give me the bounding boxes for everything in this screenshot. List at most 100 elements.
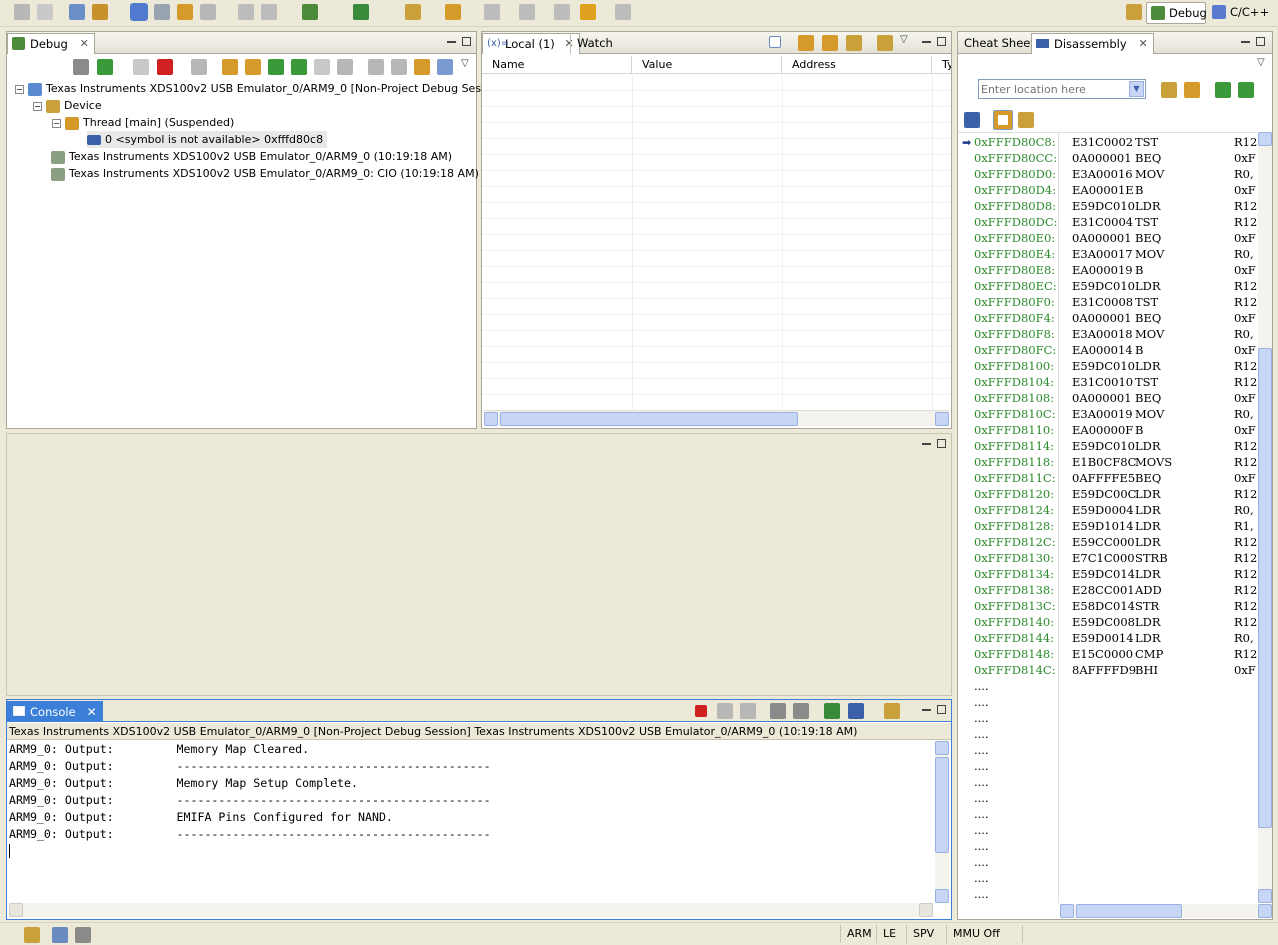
disassembly-row[interactable]: 0xFFFD80E0: 0A000001 BEQ 0xF xyxy=(958,230,1258,246)
disassembly-row[interactable]: 0xFFFD80EC: E59DC010 LDR R12 xyxy=(958,278,1258,294)
view-menu-icon[interactable]: ▽ xyxy=(461,58,469,69)
refresh-icon[interactable] xyxy=(798,35,814,51)
scroll-left-icon[interactable] xyxy=(484,412,498,426)
lock-icon[interactable] xyxy=(846,35,862,51)
disassembly-row[interactable]: 0xFFFD8128: E59D1014 LDR R1, xyxy=(958,518,1258,534)
disassembly-row[interactable]: 0xFFFD80D4: EA00001E B 0xF xyxy=(958,182,1258,198)
disassembly-row[interactable]: 0xFFFD8148: E15C0000 CMP R12 xyxy=(958,646,1258,662)
remove-terminated-icon[interactable] xyxy=(73,59,89,75)
refresh-icon[interactable] xyxy=(1184,82,1200,98)
minimize-icon[interactable] xyxy=(922,443,931,445)
skip-breakpoints-icon[interactable] xyxy=(261,4,277,20)
disassembly-row[interactable]: 0xFFFD80CC: 0A000001 BEQ 0xF xyxy=(958,150,1258,166)
step-over-icon[interactable] xyxy=(1238,82,1254,98)
debug-config-icon[interactable] xyxy=(92,4,108,20)
collapse-all-icon[interactable] xyxy=(769,36,781,48)
fast-view-icon[interactable] xyxy=(24,927,40,943)
tab-debug[interactable]: Debug ✕ xyxy=(7,33,95,54)
display-console-icon[interactable] xyxy=(848,703,864,719)
scroll-thumb[interactable] xyxy=(1258,348,1272,828)
disassembly-row[interactable]: 0xFFFD80D8: E59DC010 LDR R12 xyxy=(958,198,1258,214)
disassembly-row[interactable]: 0xFFFD8120: E59DC00C LDR R12 xyxy=(958,486,1258,502)
run-icon[interactable] xyxy=(353,4,369,20)
disassembly-row[interactable]: 0xFFFD80F8: E3A00018 MOV R0, xyxy=(958,326,1258,342)
back-icon[interactable] xyxy=(554,4,570,20)
new-view-icon[interactable] xyxy=(1018,112,1034,128)
scroll-right-icon[interactable] xyxy=(1258,904,1272,918)
suspend-icon[interactable] xyxy=(133,59,149,75)
refresh-all-icon[interactable] xyxy=(822,35,838,51)
open-console-icon[interactable] xyxy=(884,703,900,719)
disassembly-row[interactable]: 0xFFFD8100: E59DC010 LDR R12 xyxy=(958,358,1258,374)
disassembly-row[interactable]: 0xFFFD8110: EA00000F B 0xF xyxy=(958,422,1258,438)
step-return-icon[interactable] xyxy=(268,59,284,75)
pin-console-icon[interactable] xyxy=(824,703,840,719)
scroll-down-icon[interactable] xyxy=(935,889,949,903)
column-value[interactable]: Value xyxy=(632,56,782,74)
remove-launch-icon[interactable] xyxy=(717,703,733,719)
disassembly-row[interactable]: 0xFFFD814C: 8AFFFFD9 BHI 0xF xyxy=(958,662,1258,678)
maximize-icon[interactable] xyxy=(937,439,946,448)
scroll-thumb[interactable] xyxy=(935,757,949,853)
disassembly-row[interactable]: 0xFFFD8118: E1B0CF8C MOVS R12 xyxy=(958,454,1258,470)
view-menu-icon[interactable]: ▽ xyxy=(1257,57,1265,68)
console-output[interactable]: ARM9_0: Output: Memory Map Cleared. ARM9… xyxy=(7,741,935,903)
disassembly-row[interactable]: 0xFFFD80E4: E3A00017 MOV R0, xyxy=(958,246,1258,262)
step-filter-icon[interactable] xyxy=(314,59,330,75)
tab-watch[interactable]: Watch xyxy=(570,33,619,54)
collapse-toggle-icon[interactable]: − xyxy=(15,84,24,94)
collapse-toggle-icon[interactable]: − xyxy=(52,118,61,128)
remove-all-icon[interactable] xyxy=(740,703,756,719)
console-horizontal-scrollbar[interactable] xyxy=(9,903,933,917)
tree-item-cio[interactable]: Texas Instruments XDS100v2 USB Emulator_… xyxy=(51,165,479,182)
search-icon[interactable] xyxy=(405,4,421,20)
disassembly-row[interactable]: 0xFFFD80C8: E31C0002 TST R12 xyxy=(958,134,1258,150)
scroll-lock-icon[interactable] xyxy=(793,703,809,719)
step-into-icon[interactable] xyxy=(222,59,238,75)
new-view-icon[interactable] xyxy=(877,35,893,51)
disconnect-icon[interactable] xyxy=(191,59,207,75)
maximize-icon[interactable] xyxy=(937,37,946,46)
chevron-down-icon[interactable]: ▼ xyxy=(1129,81,1144,97)
maximize-icon[interactable] xyxy=(1256,37,1265,46)
location-input[interactable] xyxy=(981,81,1127,97)
scroll-left-icon[interactable] xyxy=(9,903,23,917)
minimize-icon[interactable] xyxy=(922,41,931,43)
disassembly-row[interactable]: 0xFFFD8104: E31C0010 TST R12 xyxy=(958,374,1258,390)
tab-console[interactable]: Console ✕ xyxy=(7,701,103,722)
new-target-config-icon[interactable] xyxy=(69,4,85,20)
disassembly-row[interactable]: 0xFFFD8140: E59DC008 LDR R12 xyxy=(958,614,1258,630)
disassembly-row[interactable]: 0xFFFD8108: 0A000001 BEQ 0xF xyxy=(958,390,1258,406)
save-icon[interactable] xyxy=(14,4,30,20)
maximize-icon[interactable] xyxy=(937,705,946,714)
terminate-icon[interactable] xyxy=(157,59,173,75)
scroll-thumb[interactable] xyxy=(1076,904,1182,918)
print-icon[interactable] xyxy=(37,4,53,20)
column-address[interactable]: Address xyxy=(782,56,932,74)
show-view-icon[interactable] xyxy=(52,927,68,943)
marker-icon[interactable] xyxy=(445,4,461,20)
restart-icon[interactable] xyxy=(337,59,353,75)
maximize-icon[interactable] xyxy=(462,37,471,46)
collapse-toggle-icon[interactable]: − xyxy=(33,101,42,111)
clear-console-icon[interactable] xyxy=(770,703,786,719)
disassembly-row[interactable]: 0xFFFD813C: E58DC014 STR R12 xyxy=(958,598,1258,614)
next-annotation-icon[interactable] xyxy=(484,4,500,20)
tree-item-frame[interactable]: 0 <symbol is not available> 0xfffd80c8 xyxy=(87,131,328,148)
console-vertical-scrollbar[interactable] xyxy=(935,741,949,903)
disassembly-row[interactable]: 0xFFFD8138: E28CC001 ADD R12 xyxy=(958,582,1258,598)
perspective-cpp[interactable]: C/C++ xyxy=(1210,2,1272,24)
step-over-icon[interactable] xyxy=(245,59,261,75)
load-program-icon[interactable] xyxy=(177,4,193,20)
minimize-icon[interactable] xyxy=(447,41,456,43)
horizontal-scrollbar[interactable] xyxy=(484,410,949,426)
prev-annotation-icon[interactable] xyxy=(519,4,535,20)
disassembly-row[interactable]: 0xFFFD80F4: 0A000001 BEQ 0xF xyxy=(958,310,1258,326)
disassembly-row[interactable]: 0xFFFD8124: E59D0004 LDR R0, xyxy=(958,502,1258,518)
scroll-down-icon[interactable] xyxy=(1258,889,1272,903)
go-to-location-icon[interactable] xyxy=(1161,82,1177,98)
target-connect-icon[interactable] xyxy=(130,3,148,21)
disassembly-row[interactable]: 0xFFFD810C: E3A00019 MOV R0, xyxy=(958,406,1258,422)
breakpoints-icon[interactable] xyxy=(238,4,254,20)
link-with-pc-icon[interactable] xyxy=(993,110,1013,130)
